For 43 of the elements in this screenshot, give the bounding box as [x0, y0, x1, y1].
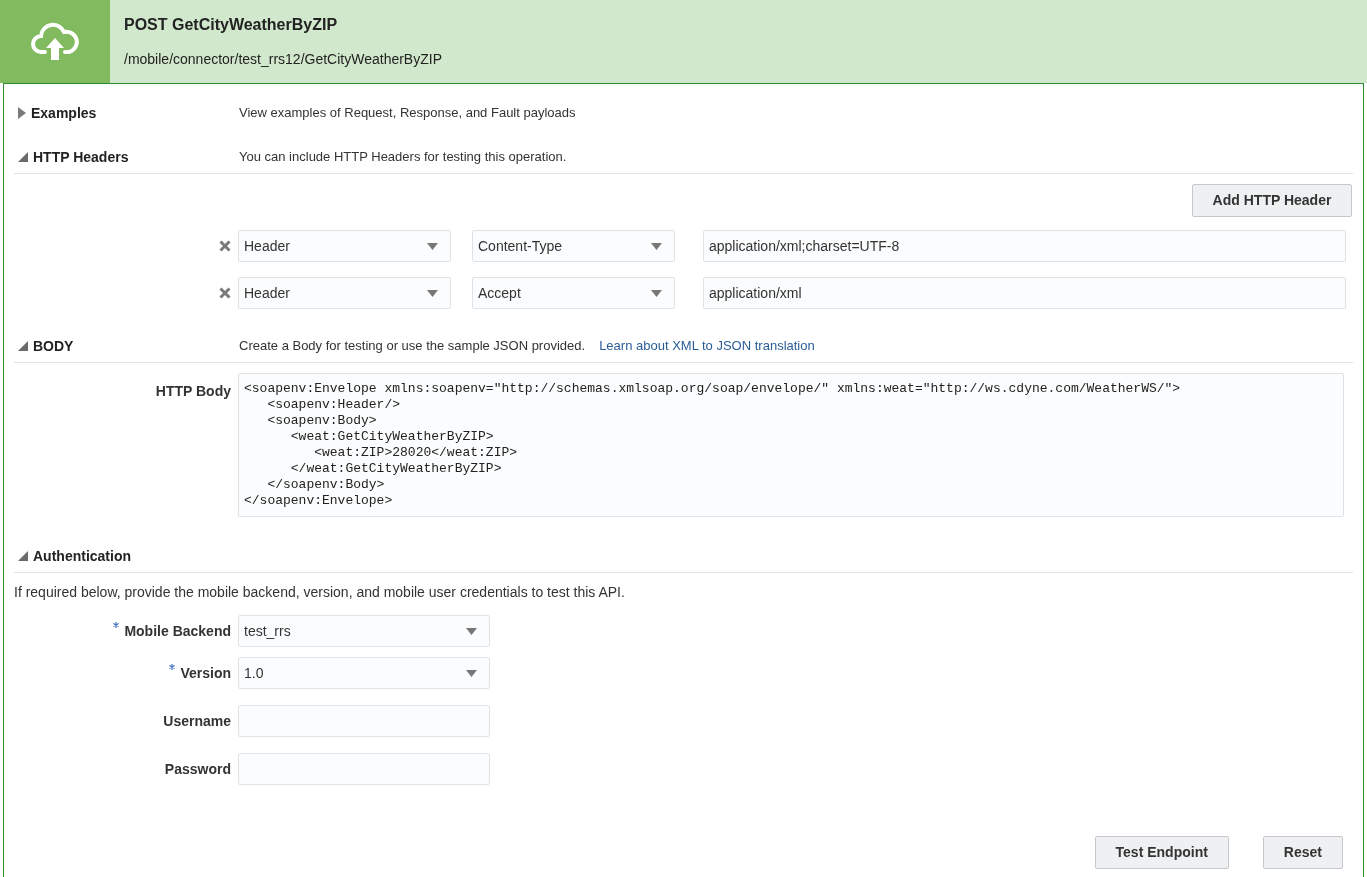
- expanded-triangle-icon[interactable]: [18, 341, 28, 351]
- dropdown-caret-icon: [427, 289, 438, 297]
- input-field[interactable]: [238, 753, 490, 785]
- field-label: Password: [164, 759, 231, 779]
- header-value-field[interactable]: application/xml: [703, 277, 1346, 309]
- auth-description: If required below, provide the mobile backend, version, and mobile user credentials to test this API.: [14, 583, 626, 602]
- dropdown-caret-icon: [651, 289, 662, 297]
- header-type-select[interactable]: Header: [238, 230, 451, 262]
- section-title[interactable]: Authentication: [33, 545, 131, 567]
- header-name-select[interactable]: Content-Type: [472, 230, 675, 262]
- collapsed-triangle-icon[interactable]: [18, 107, 26, 119]
- field-label: HTTP Body: [155, 382, 231, 401]
- remove-x-icon[interactable]: [219, 240, 231, 252]
- expanded-triangle-icon[interactable]: [18, 152, 28, 162]
- section-description: You can include HTTP Headers for testing this operation.: [239, 148, 567, 167]
- remove-x-icon[interactable]: [219, 287, 231, 299]
- xml-json-link[interactable]: Learn about XML to JSON translation: [599, 336, 815, 356]
- dropdown-field[interactable]: test_rrs: [238, 615, 490, 647]
- http-body-editor[interactable]: <soapenv:Envelope xmlns:soapenv="http://schemas.xmlsoap.org/soap/envelope/" xmlns:weat="http://ws.cdyne.com/WeatherWS/"> <soapenv:Header/> <soapenv:Body> <weat:GetCityWeatherByZIP> <weat:ZIP>28020</weat:ZIP> </weat:GetCityWeatherByZIP> </soapenv:Body> </soapenv:Envelope>: [238, 373, 1344, 517]
- cloud-upload-icon: [31, 21, 79, 62]
- dropdown-caret-icon: [466, 627, 477, 635]
- section-description: View examples of Request, Response, and Fault payloads: [239, 104, 576, 123]
- operation-title: POST GetCityWeatherByZIP: [124, 15, 339, 35]
- dropdown-caret-icon: [427, 242, 438, 250]
- field-label: Username: [163, 711, 231, 731]
- input-field[interactable]: [238, 705, 490, 737]
- expanded-triangle-icon[interactable]: [18, 551, 28, 561]
- field-label: Version: [180, 663, 231, 683]
- header-value-field[interactable]: application/xml;charset=UTF-8: [703, 230, 1346, 262]
- dropdown-caret-icon: [466, 669, 477, 677]
- field-label: Mobile Backend: [124, 621, 231, 641]
- header-name-select[interactable]: Accept: [472, 277, 675, 309]
- action-button[interactable]: Reset: [1262, 836, 1343, 869]
- header-type-select[interactable]: Header: [238, 277, 451, 309]
- dropdown-field[interactable]: 1.0: [238, 657, 490, 689]
- add-http-header-button[interactable]: Add HTTP Header: [1192, 184, 1352, 217]
- section-title[interactable]: BODY: [33, 335, 74, 357]
- section-title[interactable]: Examples: [31, 102, 97, 124]
- section-description: Create a Body for testing or use the sample JSON provided.: [239, 337, 586, 356]
- action-button[interactable]: Test Endpoint: [1094, 836, 1229, 869]
- dropdown-caret-icon: [651, 242, 662, 250]
- endpoint-path: /mobile/connector/test_rrs12/GetCityWeatherByZIP: [124, 50, 442, 69]
- section-title[interactable]: HTTP Headers: [33, 146, 129, 168]
